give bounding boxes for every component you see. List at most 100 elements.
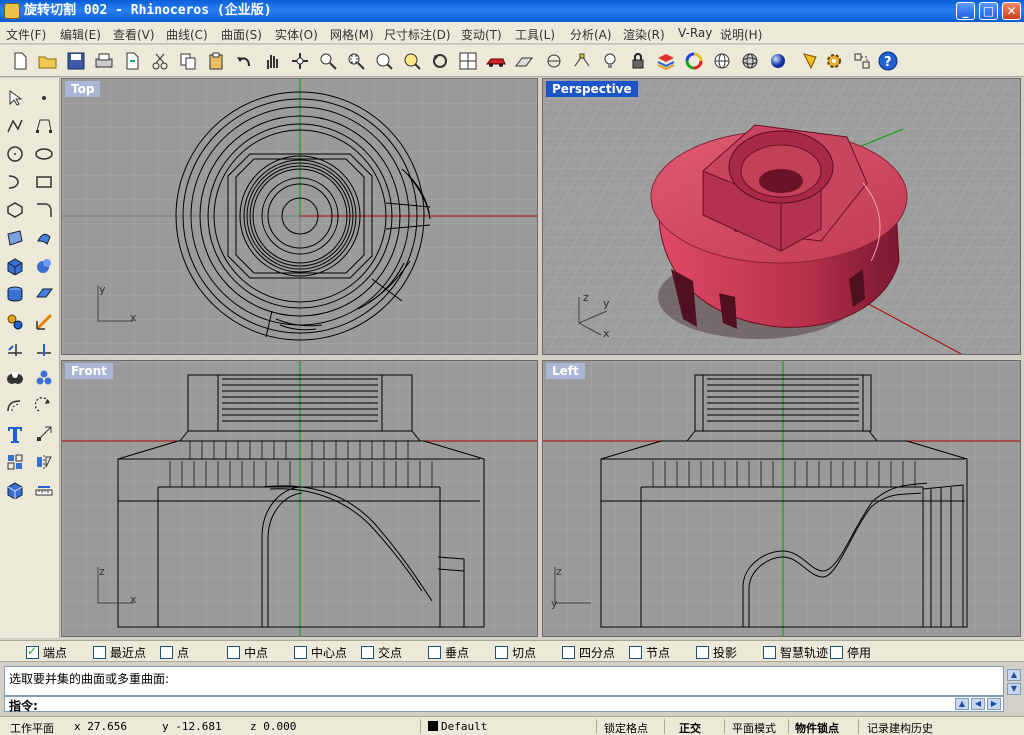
status-osnap[interactable]: 物件锁点: [795, 720, 839, 735]
command-line[interactable]: 指令:: [4, 696, 1004, 713]
command-next-icon[interactable]: ▶: [987, 698, 1001, 710]
menu-help[interactable]: 说明(H): [720, 26, 762, 43]
pan-hand-icon[interactable]: [260, 49, 284, 73]
osnap-center-checkbox[interactable]: [294, 646, 307, 659]
minimize-button[interactable]: _: [956, 2, 975, 20]
text-tool-icon[interactable]: [3, 422, 27, 446]
osnap-near-checkbox[interactable]: [93, 646, 106, 659]
rectangle-icon[interactable]: [32, 170, 56, 194]
extrude-surface-icon[interactable]: [32, 226, 56, 250]
viewport-left[interactable]: z y Left: [542, 360, 1021, 637]
boolean-union-icon[interactable]: [3, 366, 27, 390]
command-updown-icon[interactable]: ▲: [955, 698, 969, 710]
status-layer[interactable]: Default: [441, 720, 487, 733]
box-solid-icon[interactable]: [3, 254, 27, 278]
osnap-knot-checkbox[interactable]: [629, 646, 642, 659]
cut-icon[interactable]: [148, 49, 172, 73]
history-scroll-down-icon[interactable]: ▼: [1007, 683, 1021, 695]
maximize-button[interactable]: □: [979, 2, 998, 20]
viewport-left-label[interactable]: Left: [546, 363, 585, 379]
osnap-tangent-checkbox[interactable]: [495, 646, 508, 659]
open-folder-icon[interactable]: [36, 49, 60, 73]
osnap-intersection[interactable]: 交点: [361, 644, 402, 661]
osnap-smarttrack-checkbox[interactable]: [763, 646, 776, 659]
point-icon[interactable]: [32, 86, 56, 110]
status-cplane[interactable]: 工作平面: [10, 720, 54, 735]
lock-icon[interactable]: [626, 49, 650, 73]
osnap-point-checkbox[interactable]: [160, 646, 173, 659]
viewport-front-label[interactable]: Front: [65, 363, 113, 379]
light-bulb-icon[interactable]: [598, 49, 622, 73]
osnap-project-checkbox[interactable]: [696, 646, 709, 659]
osnap-end-checkbox[interactable]: [26, 644, 39, 659]
command-prev-icon[interactable]: ◀: [971, 698, 985, 710]
four-viewports-icon[interactable]: [456, 49, 480, 73]
viewport-perspective-label[interactable]: Perspective: [546, 81, 638, 97]
menu-transform[interactable]: 变动(T): [461, 26, 502, 43]
osnap-disable-checkbox[interactable]: [830, 646, 843, 659]
menu-curve[interactable]: 曲线(C): [166, 26, 208, 43]
menu-mesh[interactable]: 网格(M): [330, 26, 374, 43]
menu-tools[interactable]: 工具(L): [515, 26, 555, 43]
osnap-smarttrack[interactable]: 智慧轨迹: [763, 644, 828, 661]
zoom-extents-icon[interactable]: [372, 49, 396, 73]
osnap-quadrant[interactable]: 四分点: [562, 644, 615, 661]
menu-analyze[interactable]: 分析(A): [570, 26, 612, 43]
osnap-mid-checkbox[interactable]: [227, 646, 240, 659]
mirror-icon[interactable]: [32, 450, 56, 474]
explode-icon[interactable]: [32, 366, 56, 390]
osnap-end[interactable]: 端点: [26, 644, 67, 661]
status-grid-snap[interactable]: 锁定格点: [604, 720, 648, 735]
zoom-window-icon[interactable]: [344, 49, 368, 73]
osnap-center[interactable]: 中心点: [294, 644, 347, 661]
solid-box-edit-icon[interactable]: [3, 478, 27, 502]
sphere-solid-icon[interactable]: [32, 254, 56, 278]
split-icon[interactable]: [32, 338, 56, 362]
osnap-mid[interactable]: 中点: [227, 644, 268, 661]
offset-curve-icon[interactable]: [3, 394, 27, 418]
shaded-sphere-icon[interactable]: [738, 49, 762, 73]
osnap-knot[interactable]: 节点: [629, 644, 670, 661]
osnap-tangent[interactable]: 切点: [495, 644, 536, 661]
transform-gears-icon[interactable]: [3, 310, 27, 334]
copy-icon[interactable]: [176, 49, 200, 73]
viewport-perspective[interactable]: z y x Perspective: [542, 78, 1021, 355]
menu-dimension[interactable]: 尺寸标注(D): [384, 26, 451, 43]
dimension-icon[interactable]: [32, 422, 56, 446]
menu-edit[interactable]: 编辑(E): [60, 26, 101, 43]
status-ortho[interactable]: 正交: [679, 720, 701, 735]
rendered-sphere-icon[interactable]: [766, 49, 790, 73]
import-icon[interactable]: [120, 49, 144, 73]
layers-icon[interactable]: [654, 49, 678, 73]
osnap-project[interactable]: 投影: [696, 644, 737, 661]
cylinder-solid-icon[interactable]: [3, 282, 27, 306]
status-record-history[interactable]: 记录建构历史: [867, 720, 933, 735]
menu-view[interactable]: 查看(V): [113, 26, 155, 43]
grid-plane-icon[interactable]: [512, 49, 536, 73]
mesh-plane-icon[interactable]: [32, 282, 56, 306]
paste-icon[interactable]: [204, 49, 228, 73]
curve-control-points-icon[interactable]: [32, 114, 56, 138]
arc-icon[interactable]: [3, 170, 27, 194]
close-button[interactable]: ✕: [1002, 2, 1021, 20]
viewport-front[interactable]: z x Front: [61, 360, 538, 637]
osnap-perpendicular-checkbox[interactable]: [428, 646, 441, 659]
scale-arrow-icon[interactable]: [32, 310, 56, 334]
menu-surface[interactable]: 曲面(S): [221, 26, 262, 43]
surface-from-points-icon[interactable]: [3, 226, 27, 250]
ruler-icon[interactable]: [32, 478, 56, 502]
save-icon[interactable]: [64, 49, 88, 73]
osnap-near[interactable]: 最近点: [93, 644, 146, 661]
wireframe-sphere-icon[interactable]: [710, 49, 734, 73]
points-icon[interactable]: [542, 49, 566, 73]
rotate-view-icon[interactable]: [288, 49, 312, 73]
mark-icon[interactable]: [798, 49, 822, 73]
car-render-icon[interactable]: [484, 49, 508, 73]
options-gear-icon[interactable]: [822, 49, 846, 73]
menu-solid[interactable]: 实体(O): [275, 26, 318, 43]
osnap-point[interactable]: 点: [160, 644, 189, 661]
select-arrow-icon[interactable]: [3, 86, 27, 110]
trim-icon[interactable]: [3, 338, 27, 362]
print-icon[interactable]: [92, 49, 116, 73]
zoom-dynamic-icon[interactable]: [316, 49, 340, 73]
